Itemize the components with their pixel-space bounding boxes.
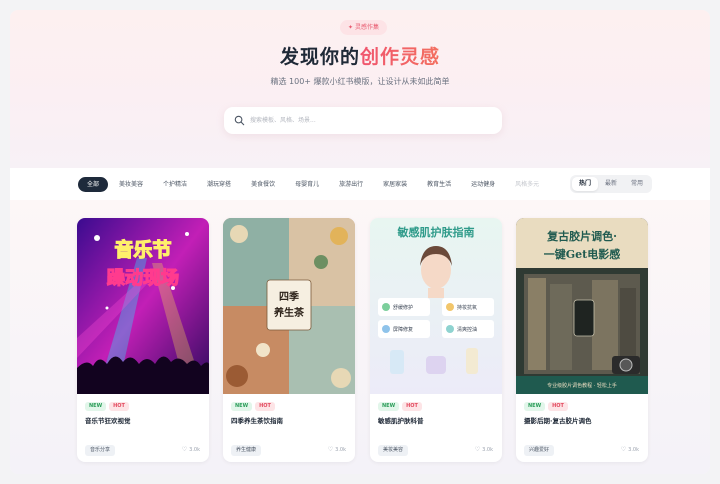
card-title: 摄影后期·复古胶片调色 [524, 417, 592, 425]
hot-tag: HOT [402, 402, 422, 411]
card-image-text: 音乐节 [114, 238, 171, 261]
new-tag: NEW [85, 402, 107, 411]
template-card[interactable]: 四季 养生茶 NEW HOT 四季养生茶饮指南 养生健康 ♡ 3.0k [223, 218, 355, 462]
card-image-text: 清爽控油 [457, 326, 477, 333]
category-chip: 美妆美容 [378, 445, 409, 456]
card-image-text: 舒缓修护 [393, 304, 413, 311]
card-image-text: 专业级胶片调色教程 · 轻松上手 [547, 382, 617, 389]
card-image-text: 敏感肌护肤指南 [397, 225, 475, 239]
category-tab[interactable]: 个护精洁 [154, 177, 196, 192]
page-title: 发现你的创作灵感 [279, 46, 441, 68]
template-card[interactable]: 复古胶片调色· 一键Get电影感 专业级胶片调色教程 · 轻松上手 NEW HO… [516, 218, 648, 462]
card-image-text: 复古胶片调色· [546, 229, 617, 243]
heart-icon: ♡ [327, 446, 334, 453]
category-tab[interactable]: 母婴育儿 [286, 177, 328, 192]
filter-bar: 全部 美妆美容 个护精洁 潮玩穿搭 美食餐饮 母婴育儿 旅游出行 家居家装 教育… [10, 168, 710, 200]
search-box[interactable] [224, 107, 502, 134]
page-subtitle: 精选 100+ 爆款小红书模版，让设计从未如此简单 [270, 77, 450, 86]
tag-list: NEW HOT [231, 402, 278, 411]
category-tab[interactable]: 美妆美容 [110, 177, 152, 192]
new-tag: NEW [524, 402, 546, 411]
heart-icon: ♡ [181, 446, 188, 453]
card-thumbnail: 四季 养生茶 [223, 218, 355, 394]
heart-icon: ♡ [620, 446, 627, 453]
card-thumbnail: 音乐节 躁动现场 [77, 218, 209, 394]
template-card[interactable]: 敏感肌护肤指南 舒缓修护 持妆抗氧 屏障修复 清爽控油 NEW HOT 敏感肌护… [370, 218, 502, 462]
search-input[interactable] [250, 112, 490, 129]
new-tag: NEW [378, 402, 400, 411]
category-tab[interactable]: 潮玩穿搭 [198, 177, 240, 192]
category-tabs: 全部 美妆美容 个护精洁 潮玩穿搭 美食餐饮 母婴育儿 旅游出行 家居家装 教育… [78, 177, 550, 192]
category-tab[interactable]: 美食餐饮 [242, 177, 284, 192]
hero-section: ✦ 灵感作集 发现你的创作灵感 精选 100+ 爆款小红书模版，让设计从未如此简单 [10, 10, 710, 168]
sort-new-button[interactable]: 最新 [598, 177, 624, 191]
card-title: 音乐节狂欢视觉 [85, 417, 131, 425]
category-chip: 音乐分享 [85, 445, 116, 456]
like-count[interactable]: ♡ 3.0k [182, 446, 200, 453]
app-window: ✦ 灵感作集 发现你的创作灵感 精选 100+ 爆款小红书模版，让设计从未如此简单… [10, 10, 710, 474]
template-card[interactable]: 音乐节 躁动现场 NEW HOT 音乐节狂欢视觉 音乐分享 ♡ 3.0k [77, 218, 209, 462]
sort-used-button[interactable]: 常用 [624, 177, 650, 191]
hot-tag: HOT [109, 402, 129, 411]
sort-toggle: 热门 最新 常用 [570, 175, 653, 193]
like-count[interactable]: ♡ 3.0k [621, 446, 639, 453]
tag-list: NEW HOT [524, 402, 571, 411]
category-tab[interactable]: 运动健身 [462, 177, 504, 192]
category-tab[interactable]: 风格多元 [506, 177, 548, 192]
new-tag: NEW [231, 402, 253, 411]
tag-list: NEW HOT [378, 402, 425, 411]
card-image-text: 躁动现场 [107, 268, 179, 289]
like-count[interactable]: ♡ 3.0k [328, 446, 346, 453]
category-chip: 养生健康 [231, 445, 262, 456]
title-accent: 创作灵感 [360, 46, 441, 68]
like-count[interactable]: ♡ 3.0k [475, 446, 493, 453]
card-image-text: 屏障修复 [393, 326, 413, 333]
hot-tag: HOT [255, 402, 275, 411]
search-icon [234, 115, 245, 126]
heart-icon: ♡ [474, 446, 481, 453]
category-tab[interactable]: 教育生活 [418, 177, 460, 192]
card-image-text: 一键Get电影感 [544, 247, 620, 261]
category-tab-all[interactable]: 全部 [78, 177, 109, 192]
hot-tag: HOT [548, 402, 568, 411]
card-thumbnail: 敏感肌护肤指南 舒缓修护 持妆抗氧 屏障修复 清爽控油 [370, 218, 502, 394]
category-tab[interactable]: 家居家装 [374, 177, 416, 192]
sort-hot-button[interactable]: 热门 [572, 177, 599, 191]
card-image-text: 养生茶 [273, 306, 305, 319]
hero-badge: ✦ 灵感作集 [340, 20, 388, 35]
sparkle-icon: ✦ [348, 24, 354, 31]
tag-list: NEW HOT [85, 402, 132, 411]
category-chip: 兴趣爱好 [524, 445, 555, 456]
card-title: 四季养生茶饮指南 [231, 417, 283, 425]
card-title: 敏感肌护肤科普 [378, 417, 424, 425]
card-image-text: 四季 [279, 290, 300, 303]
category-tab[interactable]: 旅游出行 [330, 177, 372, 192]
card-thumbnail: 复古胶片调色· 一键Get电影感 专业级胶片调色教程 · 轻松上手 [516, 218, 648, 394]
card-image-text: 持妆抗氧 [457, 304, 477, 311]
